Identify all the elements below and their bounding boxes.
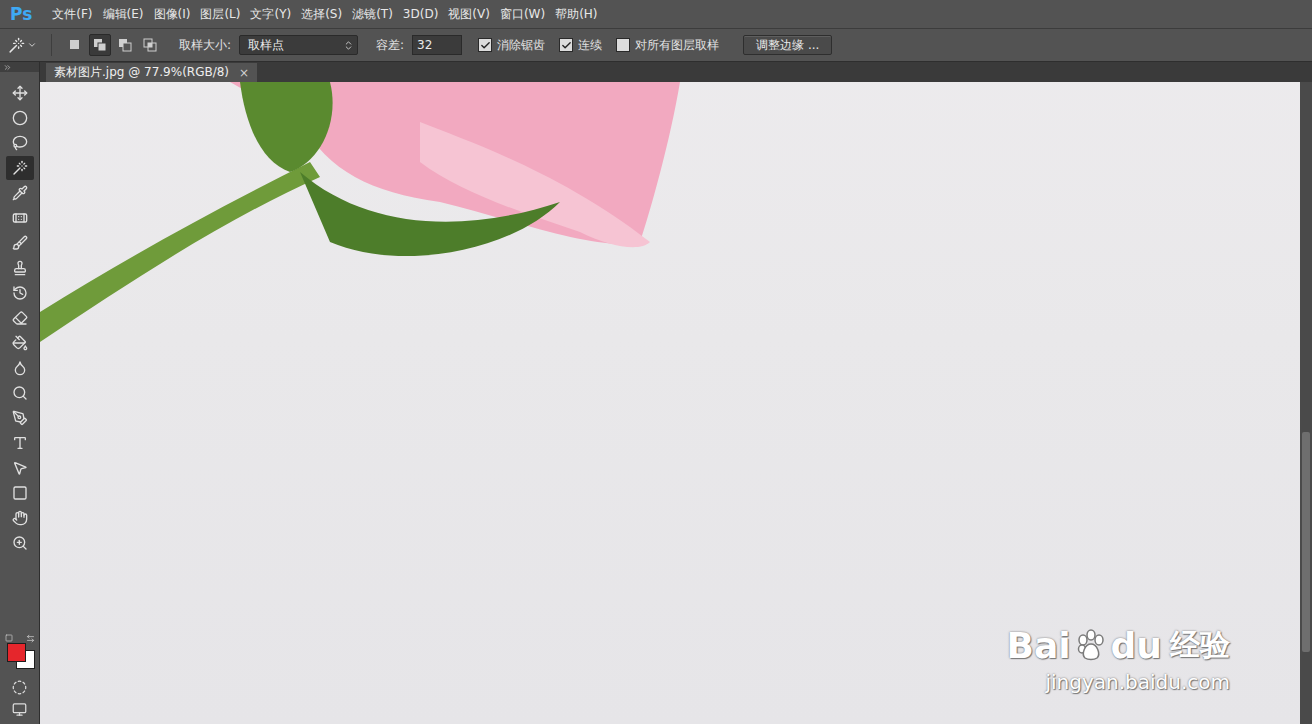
vertical-scrollbar[interactable]	[1300, 82, 1312, 724]
tool-button[interactable]	[6, 231, 34, 255]
menu-item[interactable]: 帮助(H)	[553, 4, 605, 25]
healing-icon	[12, 210, 28, 226]
history-brush-icon	[12, 285, 28, 301]
blur-icon	[12, 360, 28, 376]
tool-button[interactable]	[6, 256, 34, 280]
option-checkbox[interactable]: 连续	[559, 37, 602, 54]
type-icon	[12, 435, 28, 451]
sample-size-select[interactable]: 取样点	[239, 35, 358, 55]
check-icon	[480, 40, 491, 51]
default-colors-icon[interactable]	[5, 634, 13, 642]
document-tab[interactable]: 素材图片.jpg @ 77.9%(RGB/8)×	[46, 63, 257, 82]
selection-mode-icon	[142, 37, 158, 53]
options-bar: 取样大小: 取样点 容差: 32 消除锯齿连续对所有图层取样 调整边缘 ...	[0, 29, 1312, 62]
zoom-icon	[12, 535, 28, 551]
menu-item[interactable]: 编辑(E)	[101, 4, 152, 25]
tool-button[interactable]	[6, 456, 34, 480]
tool-button[interactable]	[6, 431, 34, 455]
pen-icon	[12, 410, 28, 426]
selection-mode-icon	[92, 37, 108, 53]
swap-colors-icon[interactable]	[26, 634, 35, 643]
tool-button[interactable]	[6, 206, 34, 230]
menu-item[interactable]: 文字(Y)	[248, 4, 299, 25]
tool-button[interactable]	[6, 106, 34, 130]
tool-preset-picker[interactable]	[8, 34, 52, 56]
sample-size-label: 取样大小:	[179, 37, 231, 54]
rose-photo	[40, 82, 680, 382]
tool-button[interactable]	[6, 306, 34, 330]
tolerance-field[interactable]: 32	[412, 35, 462, 55]
selection-mode-group	[64, 34, 161, 56]
magic-wand-icon	[12, 160, 28, 176]
option-checkbox[interactable]: 对所有图层取样	[616, 37, 719, 54]
checkbox[interactable]	[559, 38, 573, 52]
baidu-watermark: Baidu经验jingyan.baidu.com	[1007, 625, 1230, 694]
photoshop-window: Ps 文件(F)编辑(E)图像(I)图层(L)文字(Y)选择(S)滤镜(T)3D(…	[0, 0, 1312, 724]
eyedropper-icon	[12, 185, 28, 201]
document-canvas[interactable]: Baidu经验jingyan.baidu.com	[40, 82, 1300, 724]
refine-edge-button[interactable]: 调整边缘 ...	[743, 35, 832, 55]
selection-mode-icon	[117, 37, 133, 53]
option-checkbox[interactable]: 消除锯齿	[478, 37, 545, 54]
foreground-color[interactable]	[7, 643, 26, 662]
document-tabs: 素材图片.jpg @ 77.9%(RGB/8)×	[40, 62, 1312, 82]
stamp-icon	[12, 260, 28, 276]
screen-mode-button[interactable]	[6, 698, 34, 720]
tool-button[interactable]	[6, 331, 34, 355]
paw-icon	[1073, 628, 1109, 664]
select-arrows-icon	[343, 40, 354, 51]
collapse-icon	[3, 63, 12, 72]
menu-item[interactable]: 窗口(W)	[498, 4, 553, 25]
tolerance-label: 容差:	[376, 37, 404, 54]
checkbox[interactable]	[478, 38, 492, 52]
checkbox[interactable]	[616, 38, 630, 52]
magic-wand-icon	[8, 37, 25, 54]
menu-item[interactable]: 视图(V)	[446, 4, 498, 25]
panel-collapse[interactable]	[0, 62, 39, 72]
brush-icon	[12, 235, 28, 251]
selection-mode-button[interactable]	[89, 34, 111, 56]
tool-button[interactable]	[6, 406, 34, 430]
tool-button[interactable]	[6, 281, 34, 305]
tool-button[interactable]	[6, 356, 34, 380]
selection-mode-button[interactable]	[139, 34, 161, 56]
tool-button[interactable]	[6, 81, 34, 105]
menu-item[interactable]: 滤镜(T)	[350, 4, 401, 25]
selection-mode-button[interactable]	[114, 34, 136, 56]
menu-item[interactable]: 选择(S)	[299, 4, 350, 25]
menu-item[interactable]: 图像(I)	[152, 4, 199, 25]
path-select-icon	[12, 460, 28, 476]
quick-mask-icon	[12, 680, 27, 695]
menu-item[interactable]: 3D(D)	[401, 5, 446, 23]
tool-button[interactable]	[6, 131, 34, 155]
tool-button[interactable]	[6, 481, 34, 505]
color-swatches	[5, 634, 35, 668]
shape-icon	[12, 485, 28, 501]
tool-button[interactable]	[6, 506, 34, 530]
marquee-icon	[12, 110, 28, 126]
gradient-icon	[12, 335, 28, 351]
menu-bar: Ps 文件(F)编辑(E)图像(I)图层(L)文字(Y)选择(S)滤镜(T)3D(…	[0, 0, 1312, 29]
hand-icon	[12, 510, 28, 526]
close-tab-button[interactable]: ×	[239, 66, 249, 80]
move-icon	[12, 85, 28, 101]
scroll-thumb[interactable]	[1302, 432, 1310, 652]
tool-button[interactable]	[6, 381, 34, 405]
eraser-icon	[12, 310, 28, 326]
selection-mode-button[interactable]	[64, 34, 86, 56]
quick-mask-button[interactable]	[6, 676, 34, 698]
screen-mode-icon	[12, 702, 27, 717]
ps-logo: Ps	[6, 4, 36, 24]
tools-panel	[0, 62, 40, 724]
tool-button[interactable]	[6, 156, 34, 180]
dropdown-icon	[27, 40, 37, 50]
lasso-icon	[12, 135, 28, 151]
menu-item[interactable]: 文件(F)	[50, 4, 100, 25]
dodge-icon	[12, 385, 28, 401]
tool-button[interactable]	[6, 181, 34, 205]
tool-button[interactable]	[6, 531, 34, 555]
check-icon	[561, 40, 572, 51]
selection-mode-icon	[67, 37, 83, 53]
menu-item[interactable]: 图层(L)	[198, 4, 248, 25]
